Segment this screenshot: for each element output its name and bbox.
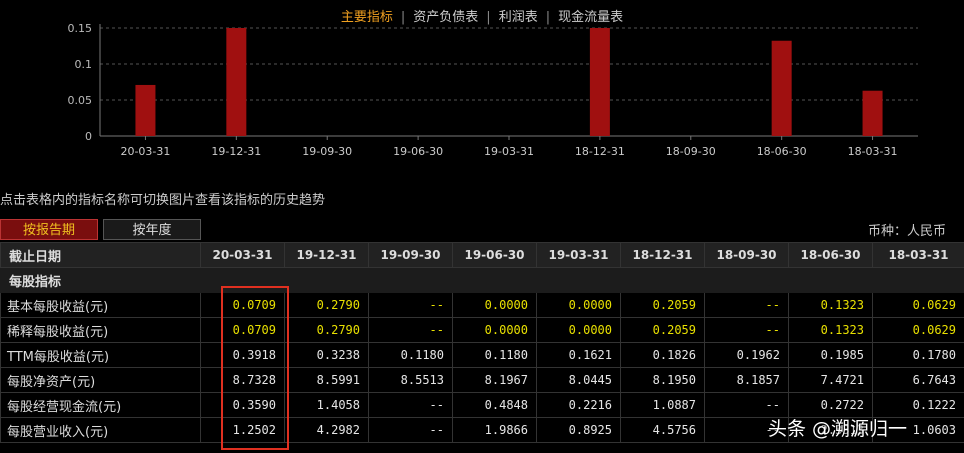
financial-table: 截止日期 20-03-31 19-12-31 19-09-30 19-06-30…: [0, 242, 964, 443]
x-tick-label: 19-09-30: [302, 145, 352, 158]
value-cell: 0.8925: [536, 417, 621, 443]
table-row: 每股净资产(元) 8.7328 8.5991 8.5513 8.1967 8.0445 8.…: [0, 367, 964, 393]
value-cell: 0.1621: [536, 342, 621, 368]
value-cell: --: [368, 317, 453, 343]
x-tick-label: 18-06-30: [757, 145, 807, 158]
value-cell: --: [704, 292, 789, 318]
y-tick-label: 0.05: [68, 94, 93, 107]
chart-hint: 点击表格内的指标名称可切换图片查看该指标的历史趋势: [0, 193, 326, 208]
value-cell: 0.0000: [452, 292, 537, 318]
header-label: 截止日期: [0, 242, 201, 268]
value-cell: --: [704, 317, 789, 343]
x-tick-label: 18-03-31: [848, 145, 898, 158]
value-cell: 7.4721: [788, 367, 873, 393]
y-tick-label: 0.15: [68, 22, 93, 35]
currency-label: 币种：人民币: [867, 224, 946, 239]
header-date: 18-09-30: [704, 242, 789, 268]
header-date: 18-12-31: [620, 242, 705, 268]
value-cell: --: [368, 417, 453, 443]
indicator-name[interactable]: 基本每股收益(元): [0, 292, 201, 318]
y-tick-label: 0.1: [75, 58, 93, 71]
x-tick-label: 18-12-31: [575, 145, 625, 158]
value-cell: 8.1967: [452, 367, 537, 393]
value-cell: 0.2790: [284, 292, 369, 318]
x-tick-label: 19-12-31: [211, 145, 261, 158]
header-date: 19-06-30: [452, 242, 537, 268]
highlight-box: [221, 286, 289, 450]
indicator-name[interactable]: 每股经营现金流(元): [0, 392, 201, 418]
watermark: 头条 @溯源归一: [768, 418, 908, 440]
table-header-row: 截止日期 20-03-31 19-12-31 19-09-30 19-06-30…: [0, 242, 964, 268]
value-cell: 8.1857: [704, 367, 789, 393]
value-cell: 0.1985: [788, 342, 873, 368]
value-cell: --: [368, 292, 453, 318]
value-cell: 0.1826: [620, 342, 705, 368]
table-row: TTM每股收益(元) 0.3918 0.3238 0.1180 0.1180 0.1621…: [0, 342, 964, 368]
table-row: 稀释每股收益(元) 0.0709 0.2790 -- 0.0000 0.0000 0.205…: [0, 317, 964, 343]
value-cell: 0.1180: [452, 342, 537, 368]
header-date: 18-06-30: [788, 242, 873, 268]
value-cell: 6.7643: [872, 367, 964, 393]
bar: [226, 28, 247, 136]
value-cell: 0.2059: [620, 292, 705, 318]
value-cell: 0.4848: [452, 392, 537, 418]
bar: [771, 40, 792, 136]
value-cell: 0.2059: [620, 317, 705, 343]
value-cell: 0.2790: [284, 317, 369, 343]
value-cell: --: [368, 392, 453, 418]
header-date: 20-03-31: [200, 242, 285, 268]
x-tick-label: 19-03-31: [484, 145, 534, 158]
value-cell: 8.0445: [536, 367, 621, 393]
value-cell: 0.1962: [704, 342, 789, 368]
section-title: 每股指标: [0, 267, 964, 293]
value-cell: 0.0629: [872, 317, 964, 343]
header-date: 19-03-31: [536, 242, 621, 268]
indicator-name[interactable]: TTM每股收益(元): [0, 342, 201, 368]
x-tick-label: 20-03-31: [120, 145, 170, 158]
value-cell: 4.2982: [284, 417, 369, 443]
value-cell: 0.0000: [536, 317, 621, 343]
bar: [862, 90, 883, 136]
value-cell: 1.4058: [284, 392, 369, 418]
value-cell: 1.0887: [620, 392, 705, 418]
table-row: 基本每股收益(元) 0.0709 0.2790 -- 0.0000 0.0000 0.205…: [0, 292, 964, 318]
value-cell: 4.5756: [620, 417, 705, 443]
value-cell: 0.2216: [536, 392, 621, 418]
section-row: 每股指标: [0, 267, 964, 293]
header-date: 18-03-31: [872, 242, 964, 268]
value-cell: 0.1323: [788, 292, 873, 318]
value-cell: 8.1950: [620, 367, 705, 393]
header-date: 19-09-30: [368, 242, 453, 268]
indicator-name[interactable]: 每股净资产(元): [0, 367, 201, 393]
value-cell: 0.0000: [452, 317, 537, 343]
value-cell: 0.1323: [788, 317, 873, 343]
by-year-button[interactable]: 按年度: [103, 219, 201, 240]
value-cell: 0.1780: [872, 342, 964, 368]
value-cell: 8.5513: [368, 367, 453, 393]
indicator-name[interactable]: 每股营业收入(元): [0, 417, 201, 443]
value-cell: 0.1180: [368, 342, 453, 368]
x-tick-label: 18-09-30: [666, 145, 716, 158]
indicator-name[interactable]: 稀释每股收益(元): [0, 317, 201, 343]
value-cell: 1.9866: [452, 417, 537, 443]
bar: [589, 28, 610, 136]
eps-bar-chart: 0 0.05 0.1 0.15 20-03-31 19-12-31 19-09-30 19-0…: [68, 22, 918, 158]
y-tick-label: 0: [85, 130, 92, 143]
value-cell: 8.5991: [284, 367, 369, 393]
header-date: 19-12-31: [284, 242, 369, 268]
value-cell: 0.0629: [872, 292, 964, 318]
value-cell: 0.3238: [284, 342, 369, 368]
value-cell: 0.0000: [536, 292, 621, 318]
bar: [135, 84, 156, 136]
x-tick-label: 19-06-30: [393, 145, 443, 158]
by-report-period-button[interactable]: 按报告期: [0, 219, 98, 240]
